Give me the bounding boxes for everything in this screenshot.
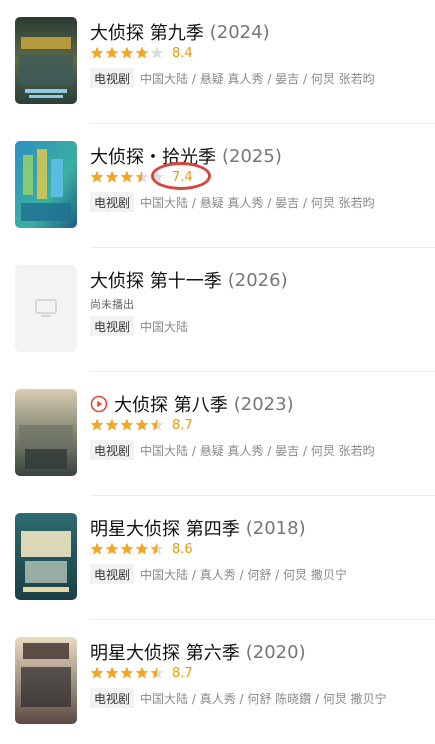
item-title[interactable]: 大侦探 第九季 xyxy=(90,19,204,45)
star-icon xyxy=(135,666,149,679)
rating: 8.7 xyxy=(90,416,193,434)
red-circle-annotation xyxy=(151,162,211,190)
list-item[interactable]: 明星大侦探 第六季 (2020) 8.7 电视剧 中国大陆 / 真人秀 / 何舒… xyxy=(0,620,435,744)
poster-image[interactable] xyxy=(15,513,77,600)
star-icon xyxy=(120,46,134,59)
item-year: (2024) xyxy=(209,21,270,43)
item-meta: 中国大陆 / 悬疑 真人秀 / 晏吉 / 何炅 张若昀 xyxy=(140,71,375,86)
poster-image[interactable] xyxy=(15,17,77,104)
list-item[interactable]: 明星大侦探 第四季 (2018) 8.6 电视剧 中国大陆 / 真人秀 / 何舒… xyxy=(0,496,435,620)
star-icon xyxy=(150,46,164,59)
poster-image[interactable] xyxy=(15,141,77,228)
star-icon xyxy=(105,170,119,183)
type-badge: 电视剧 xyxy=(90,564,135,584)
item-meta: 中国大陆 xyxy=(140,319,189,334)
type-badge: 电视剧 xyxy=(90,316,135,336)
list-item[interactable]: 大侦探 第九季 (2024) 8.4 电视剧 中国大陆 / 悬疑 真人秀 / 晏… xyxy=(0,0,435,124)
star-icon xyxy=(120,666,134,679)
type-badge: 电视剧 xyxy=(90,192,135,212)
star-icon xyxy=(150,418,164,431)
star-icon xyxy=(105,46,119,59)
star-icon xyxy=(150,542,164,555)
rating-score: 8.6 xyxy=(172,541,193,557)
rating: 8.4 xyxy=(90,44,193,62)
star-icon xyxy=(135,418,149,431)
rating-score: 8.4 xyxy=(172,45,193,61)
rating: 8.7 xyxy=(90,664,193,682)
star-rating xyxy=(90,418,164,432)
star-icon xyxy=(90,46,104,59)
poster-image[interactable] xyxy=(15,389,77,476)
item-meta: 中国大陆 / 悬疑 真人秀 / 晏吉 / 何炅 张若昀 xyxy=(140,443,375,458)
star-icon xyxy=(105,418,119,431)
star-icon xyxy=(120,418,134,431)
rating: 8.6 xyxy=(90,540,193,558)
type-badge: 电视剧 xyxy=(90,68,135,88)
list-item[interactable]: 大侦探・拾光季 (2025) 7.4 电视剧 中国大陆 / 悬疑 真人秀 / 晏… xyxy=(0,124,435,248)
play-circle-icon[interactable] xyxy=(90,395,108,413)
item-meta: 中国大陆 / 真人秀 / 何舒 / 何炅 撒贝宁 xyxy=(140,567,347,582)
list-item[interactable]: 大侦探 第八季 (2023) 8.7 电视剧 中国大陆 / 悬疑 真人秀 / 晏… xyxy=(0,372,435,496)
star-rating xyxy=(90,46,164,60)
star-icon xyxy=(135,170,149,183)
star-icon xyxy=(105,542,119,555)
item-title[interactable]: 明星大侦探 第六季 xyxy=(90,639,240,665)
star-icon xyxy=(150,666,164,679)
item-year: (2018) xyxy=(245,517,306,539)
star-rating xyxy=(90,542,164,556)
rating-score: 8.7 xyxy=(172,665,193,681)
list-item[interactable]: 大侦探 第十一季 (2026) 尚未播出 电视剧 中国大陆 xyxy=(0,248,435,372)
star-icon xyxy=(120,170,134,183)
star-icon xyxy=(135,46,149,59)
release-status: 尚未播出 xyxy=(90,298,134,311)
star-icon xyxy=(90,418,104,431)
poster-image[interactable] xyxy=(15,637,77,724)
star-icon xyxy=(135,542,149,555)
item-title[interactable]: 明星大侦探 第四季 xyxy=(90,515,240,541)
star-rating xyxy=(90,666,164,680)
rating-score: 8.7 xyxy=(172,417,193,433)
star-icon xyxy=(120,542,134,555)
star-icon xyxy=(105,666,119,679)
item-meta: 中国大陆 / 悬疑 真人秀 / 晏吉 / 何炅 张若昀 xyxy=(140,195,375,210)
type-badge: 电视剧 xyxy=(90,688,135,708)
item-meta: 中国大陆 / 真人秀 / 何舒 陈晓鑽 / 何炅 撒贝宁 xyxy=(140,691,387,706)
item-year: (2026) xyxy=(227,269,288,291)
item-year: (2020) xyxy=(245,641,306,663)
item-title[interactable]: 大侦探 第十一季 xyxy=(90,267,222,293)
item-year: (2025) xyxy=(222,145,282,167)
star-icon xyxy=(90,666,104,679)
star-icon xyxy=(90,170,104,183)
item-year: (2023) xyxy=(233,393,294,415)
star-icon xyxy=(90,542,104,555)
item-title[interactable]: 大侦探 第八季 xyxy=(114,391,228,417)
poster-placeholder[interactable] xyxy=(15,265,77,352)
type-badge: 电视剧 xyxy=(90,440,135,460)
